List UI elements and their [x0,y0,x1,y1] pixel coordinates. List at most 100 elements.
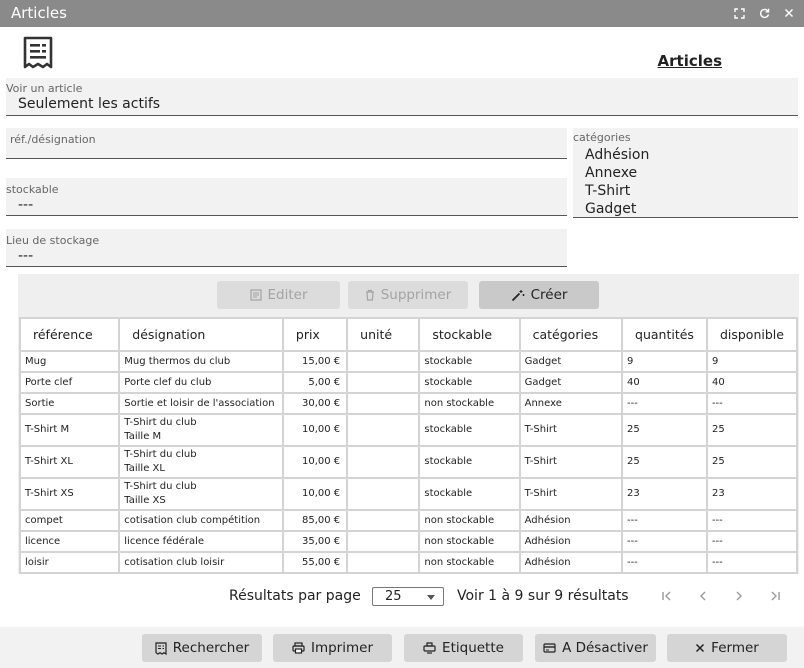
cell-quantites: --- [621,392,708,415]
cell-quantites: 25 [621,413,708,447]
cell-stockable: stockable [418,477,521,511]
table-row[interactable]: Porte clef Porte clef du club 5,00 € sto… [18,371,799,394]
maximize-icon[interactable] [730,4,748,22]
page-title: Articles [657,52,722,70]
caret-down-icon [427,595,435,600]
categories-listbox[interactable]: catégories Adhésion Annexe T-Shirt Gadge… [573,128,798,218]
table-row[interactable]: loisir cotisation club loisir 55,00 € no… [18,551,799,574]
deactivate-label: A Désactiver [562,640,648,656]
cell-disponible: 9 [705,350,799,373]
category-option[interactable]: Annexe [585,164,649,182]
label-label: Etiquette [442,640,504,656]
cell-prix: 10,00 € [281,477,349,511]
designation-line: T-Shirt du club [124,481,197,492]
column-header-prix[interactable]: prix [281,317,349,352]
cell-reference: loisir [18,551,121,574]
cell-prix: 30,00 € [281,392,349,415]
cell-reference: Porte clef [18,371,121,394]
table-row[interactable]: Sortie Sortie et loisir de l'association… [18,392,799,415]
cell-stockable: non stockable [418,530,521,553]
cell-reference: Mug [18,350,121,373]
cell-designation: T-Shirt du club Taille M [118,413,284,447]
last-page-icon[interactable] [767,587,783,605]
cell-categories: T-Shirt [518,413,624,447]
cell-unite [346,551,421,574]
close-button[interactable]: Fermer [667,634,787,662]
cell-categories: Adhésion [518,551,624,574]
voir-article-value: Seulement les actifs [18,96,161,112]
cell-quantites: 9 [621,350,708,373]
column-header-reference[interactable]: référence [18,317,121,352]
ref-designation-input[interactable]: réf./désignation [6,128,567,159]
per-page-select[interactable]: 25 [372,587,444,606]
category-option[interactable]: Gadget [585,200,649,218]
cell-categories: Adhésion [518,530,624,553]
window-titlebar: Articles [0,0,804,27]
delete-label: Supprimer [380,287,452,303]
results-info: Voir 1 à 9 sur 9 résultats [457,588,629,604]
category-option[interactable]: Adhésion [585,146,649,164]
previous-page-icon[interactable] [695,587,711,605]
print-label: Imprimer [310,640,373,656]
column-header-designation[interactable]: désignation [118,317,284,352]
create-label: Créer [530,287,568,303]
cell-unite [346,445,421,479]
column-header-stockable[interactable]: stockable [418,317,521,352]
cell-reference: Sortie [18,392,121,415]
table-row[interactable]: compet cotisation club compétition 85,00… [18,509,799,532]
table-row[interactable]: T-Shirt XS T-Shirt du club Taille XS 10,0… [18,477,799,511]
table-row[interactable]: Mug Mug thermos du club 15,00 € stockabl… [18,350,799,373]
close-label: Fermer [711,640,759,656]
cell-quantites: --- [621,509,708,532]
cell-categories: Gadget [518,371,624,394]
per-page-value: 25 [385,589,402,604]
label-button[interactable]: Etiquette [404,634,523,662]
search-button[interactable]: Rechercher [142,634,262,662]
cell-stockable: stockable [418,371,521,394]
articles-table: référence désignation prix unité stockab… [18,317,799,574]
label-icon [423,642,436,654]
cell-categories: T-Shirt [518,477,624,511]
cell-disponible: 25 [705,413,799,447]
cell-unite [346,413,421,447]
next-page-icon[interactable] [731,587,747,605]
cell-stockable: non stockable [418,551,521,574]
voir-article-select[interactable]: Voir un article Seulement les actifs [6,78,798,116]
cell-categories: Adhésion [518,509,624,532]
table-row[interactable]: licence licence fédérale 35,00 € non sto… [18,530,799,553]
edit-button[interactable]: Editer [217,281,340,309]
table-row[interactable]: T-Shirt XL T-Shirt du club Taille XL 10,0… [18,445,799,479]
cell-prix: 10,00 € [281,413,349,447]
edit-icon [249,289,262,301]
table-row[interactable]: T-Shirt M T-Shirt du club Taille M 10,00 … [18,413,799,447]
lieu-stockage-select[interactable]: Lieu de stockage --- [6,229,567,267]
print-button[interactable]: Imprimer [273,634,392,662]
close-icon [695,643,705,653]
first-page-icon[interactable] [659,587,675,605]
refresh-icon[interactable] [755,4,773,22]
cell-disponible: 23 [705,477,799,511]
cell-disponible: --- [705,392,799,415]
designation-line: Taille M [124,431,162,442]
column-header-disponible[interactable]: disponible [705,317,799,352]
cell-unite [346,509,421,532]
cell-stockable: non stockable [418,392,521,415]
deactivate-button[interactable]: A Désactiver [535,634,656,662]
cell-disponible: 25 [705,445,799,479]
category-option[interactable]: T-Shirt [585,182,649,200]
cell-stockable: stockable [418,413,521,447]
trash-icon [365,289,375,301]
cell-designation: T-Shirt du club Taille XS [118,477,284,511]
cell-stockable: stockable [418,350,521,373]
table-header: référence désignation prix unité stockab… [18,317,799,352]
stockable-select[interactable]: stockable --- [6,178,567,216]
column-header-categories[interactable]: catégories [518,317,624,352]
receipt-icon [22,36,54,70]
create-button[interactable]: Créer [479,281,599,309]
close-icon[interactable] [780,4,798,22]
edit-label: Editer [267,287,308,303]
delete-button[interactable]: Supprimer [348,281,468,309]
column-header-quantites[interactable]: quantités [621,317,708,352]
printer-icon [292,642,305,654]
column-header-unite[interactable]: unité [346,317,421,352]
